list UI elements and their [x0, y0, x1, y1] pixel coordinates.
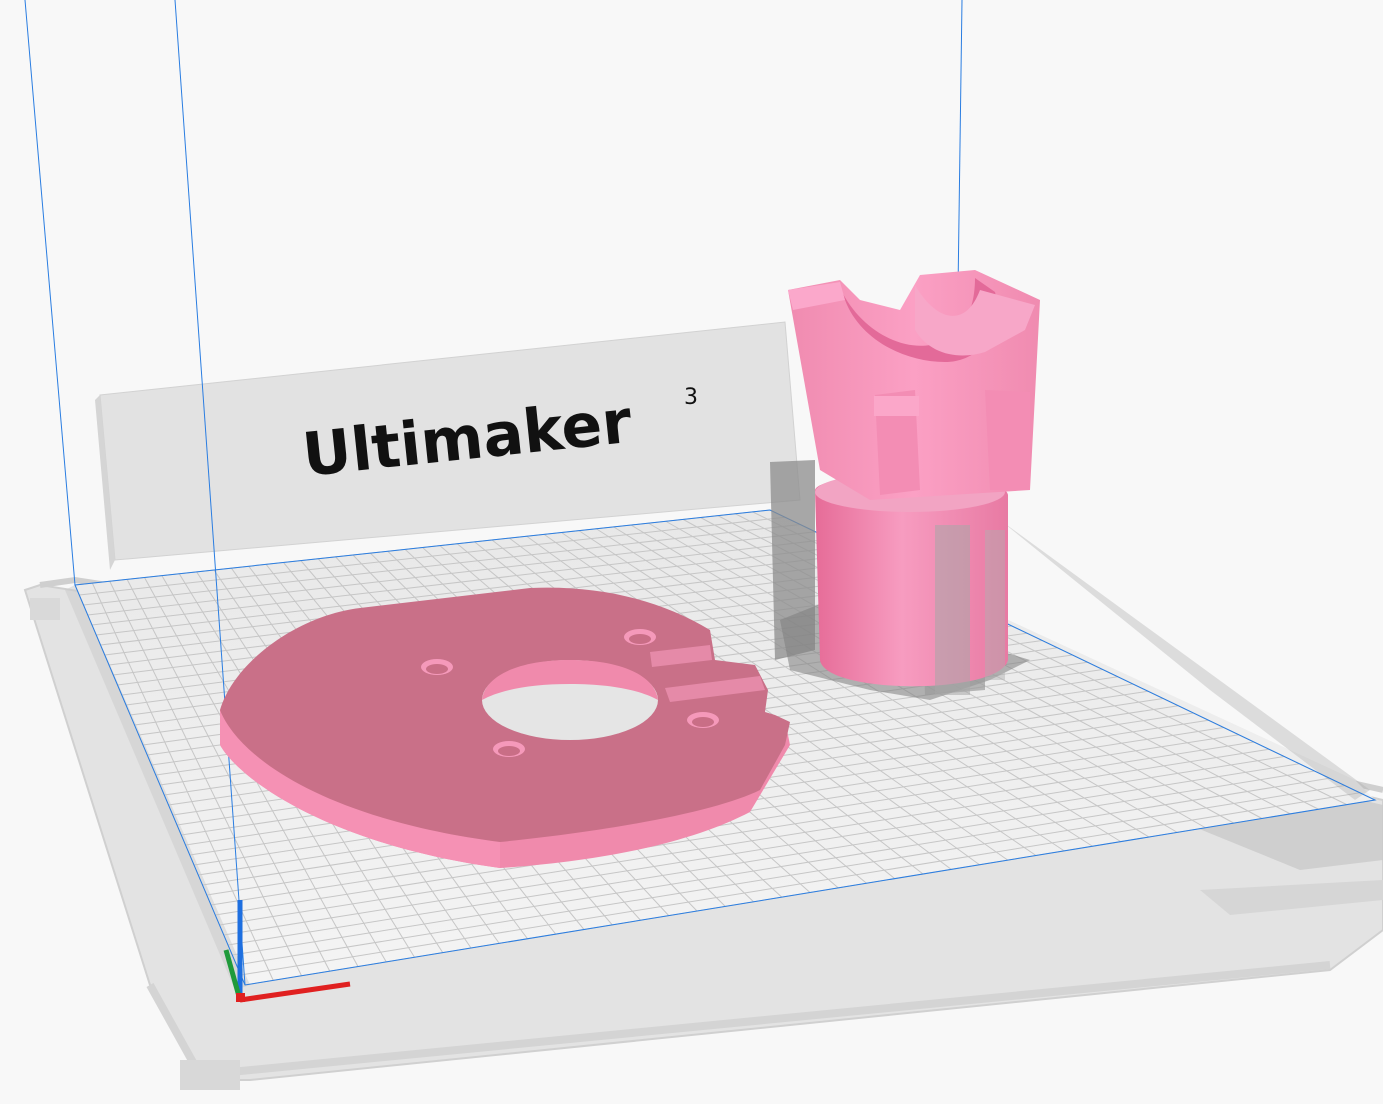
3d-viewport[interactable]: Ultimaker 3	[0, 0, 1383, 1104]
model-cup-holder[interactable]	[770, 270, 1040, 700]
model-superscript: 3	[684, 385, 698, 410]
build-volume-scene[interactable]: Ultimaker 3	[0, 0, 1383, 1104]
